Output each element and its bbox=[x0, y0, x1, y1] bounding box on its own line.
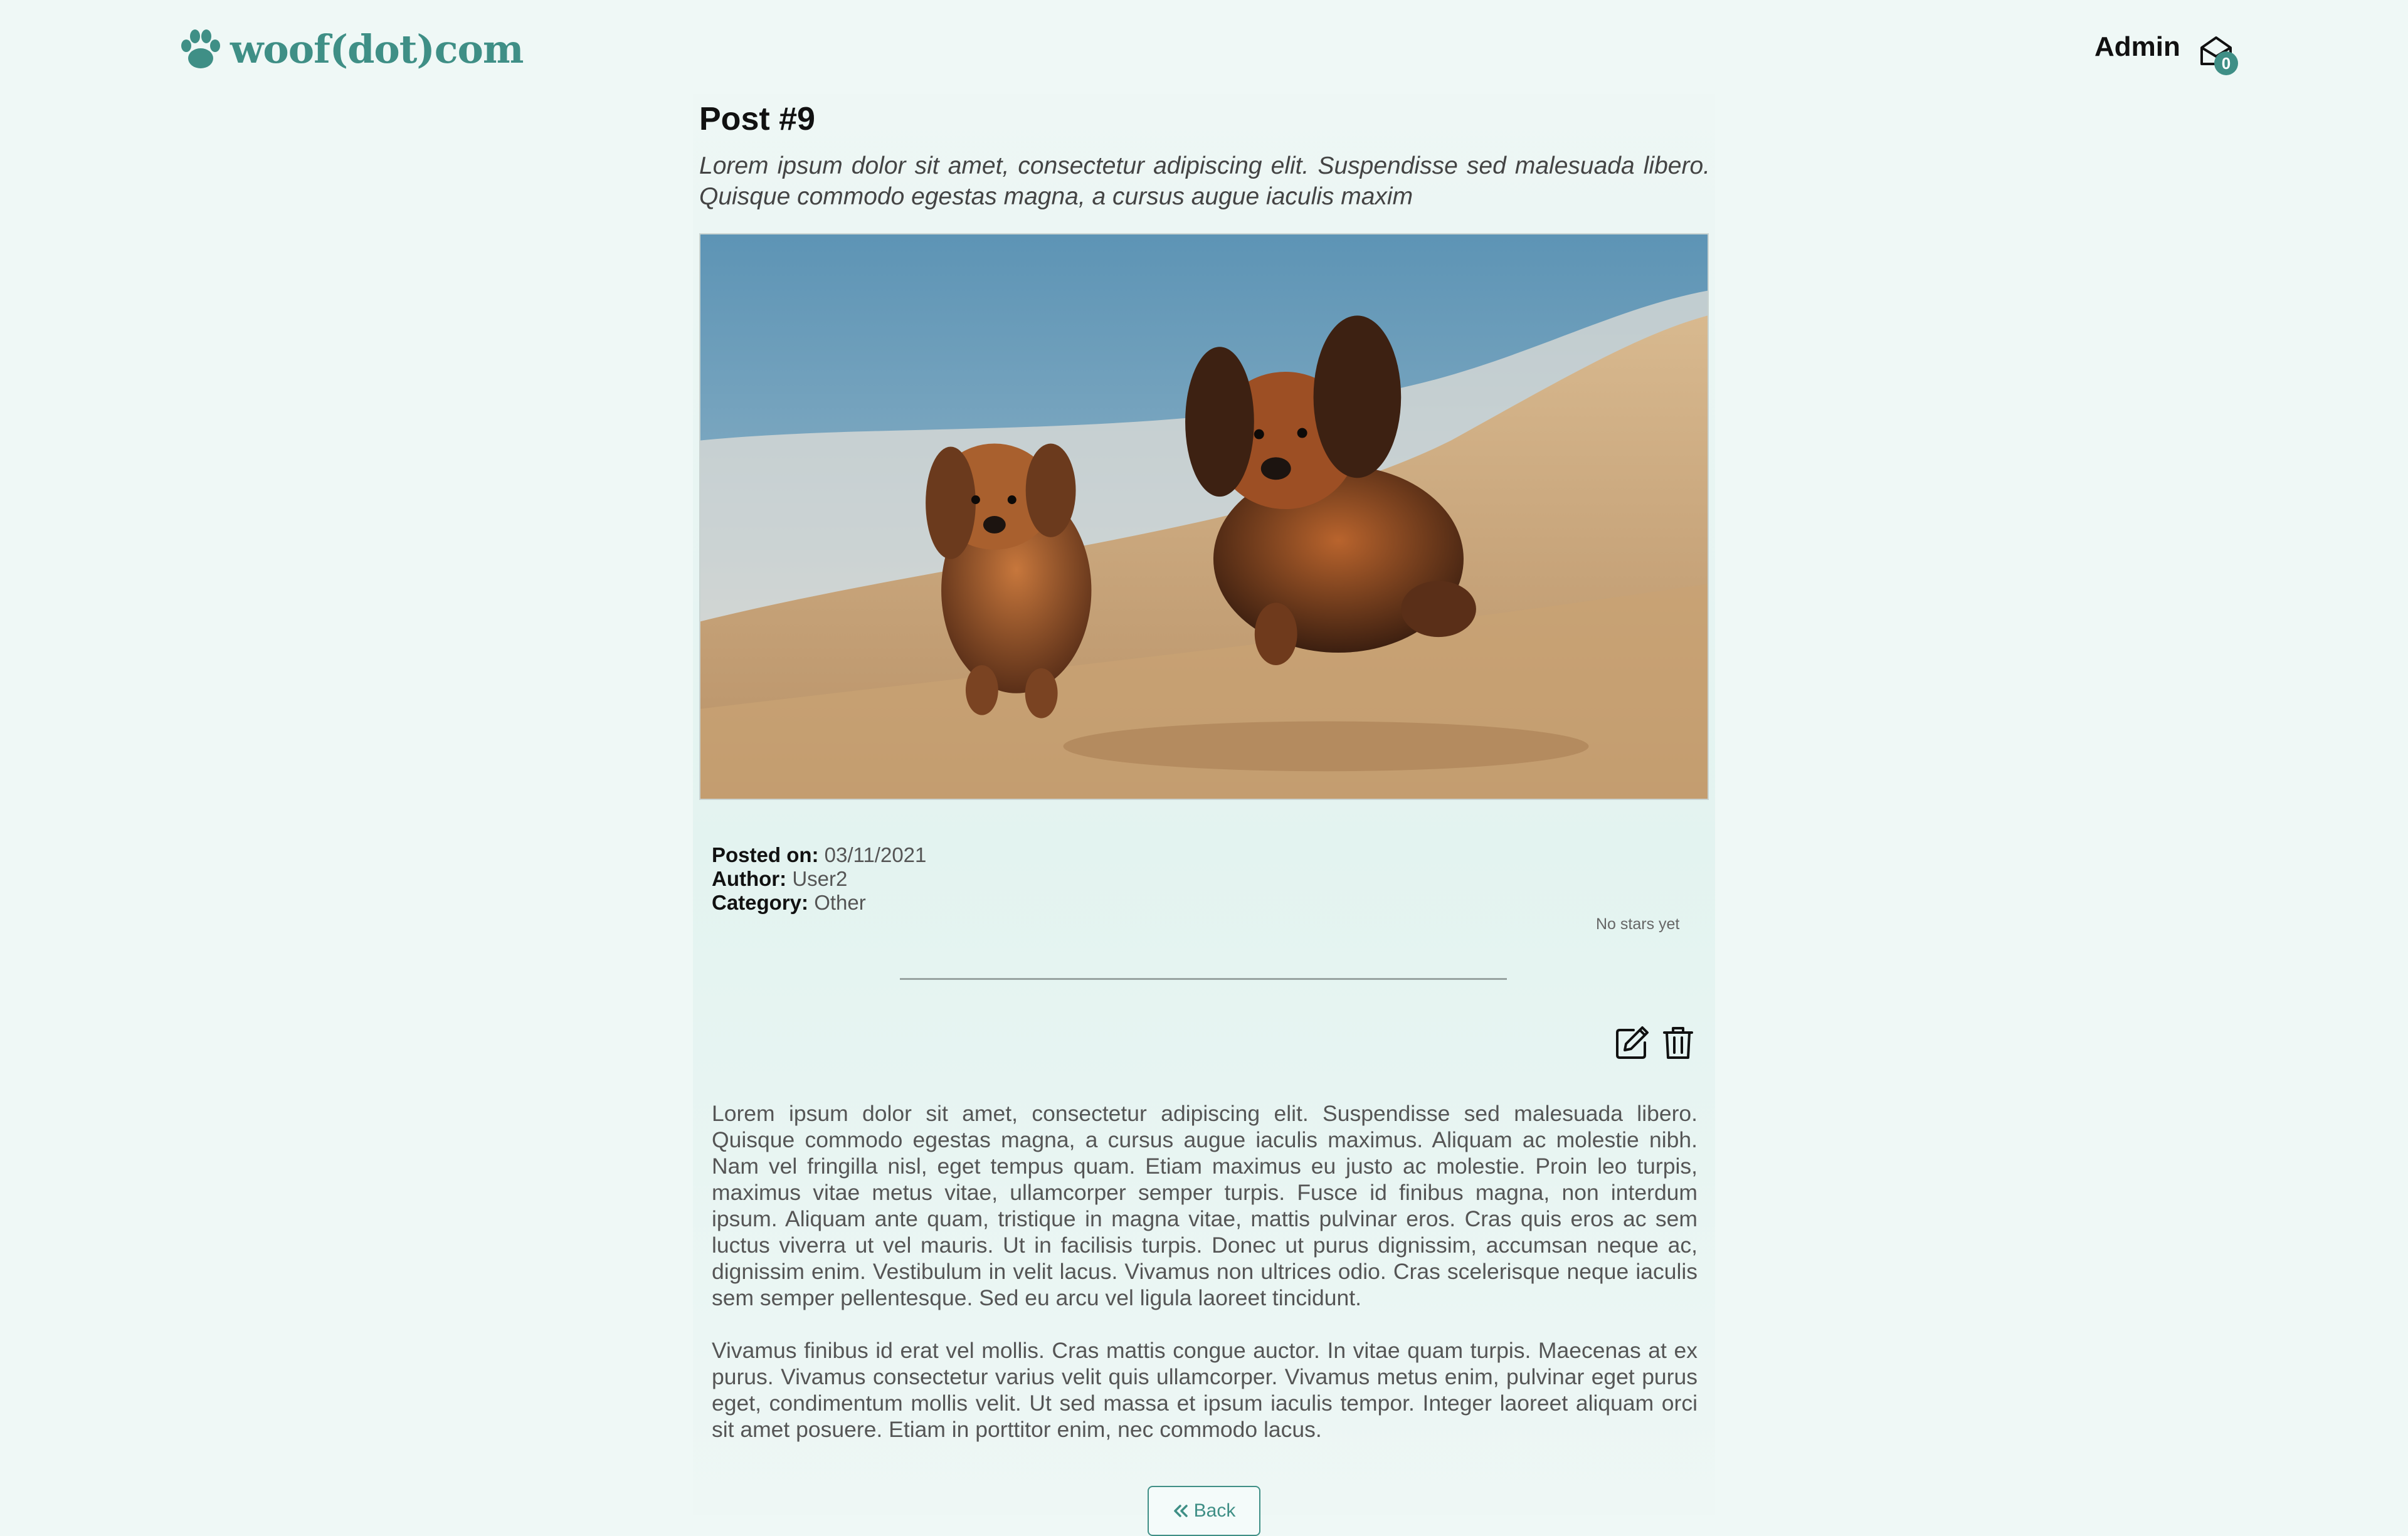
mail-count-badge: 0 bbox=[2214, 51, 2238, 75]
back-button-label: Back bbox=[1193, 1500, 1236, 1521]
post-title: Post #9 bbox=[699, 101, 815, 137]
author-label: Author: bbox=[712, 867, 787, 890]
beach-dogs-photo bbox=[700, 234, 1708, 799]
trash-icon[interactable] bbox=[1662, 1025, 1694, 1060]
post-card: Post #9 Lorem ipsum dolor sit amet, cons… bbox=[693, 94, 1715, 1536]
posted-on-value: 03/11/2021 bbox=[824, 843, 927, 866]
divider bbox=[900, 978, 1507, 980]
logo-text: woof(dot)com bbox=[230, 26, 524, 72]
category-row: Category: Other bbox=[712, 891, 926, 915]
paw-icon bbox=[181, 29, 220, 68]
edit-icon[interactable] bbox=[1615, 1025, 1650, 1060]
author-value: User2 bbox=[792, 867, 848, 890]
user-menu[interactable]: Admin bbox=[2094, 31, 2180, 63]
rating-status: No stars yet bbox=[1596, 915, 1680, 933]
posted-on-label: Posted on: bbox=[712, 843, 819, 866]
posted-on-row: Posted on: 03/11/2021 bbox=[712, 843, 926, 867]
post-body-paragraph: Lorem ipsum dolor sit amet, consectetur … bbox=[712, 1101, 1698, 1310]
post-image bbox=[699, 233, 1709, 800]
post-meta: Posted on: 03/11/2021 Author: User2 Cate… bbox=[712, 843, 926, 915]
site-header: woof(dot)com Admin 0 bbox=[0, 0, 2408, 100]
post-body-paragraph: Vivamus finibus id erat vel mollis. Cras… bbox=[712, 1338, 1698, 1442]
category-value: Other bbox=[814, 891, 866, 914]
post-body: Lorem ipsum dolor sit amet, consectetur … bbox=[712, 1100, 1698, 1469]
double-chevron-left-icon bbox=[1173, 1505, 1188, 1517]
author-row: Author: User2 bbox=[712, 867, 926, 891]
post-subtitle: Lorem ipsum dolor sit amet, consectetur … bbox=[699, 152, 1710, 210]
back-button[interactable]: Back bbox=[1148, 1486, 1260, 1536]
site-logo[interactable]: woof(dot)com bbox=[179, 26, 524, 72]
category-label: Category: bbox=[712, 891, 809, 914]
